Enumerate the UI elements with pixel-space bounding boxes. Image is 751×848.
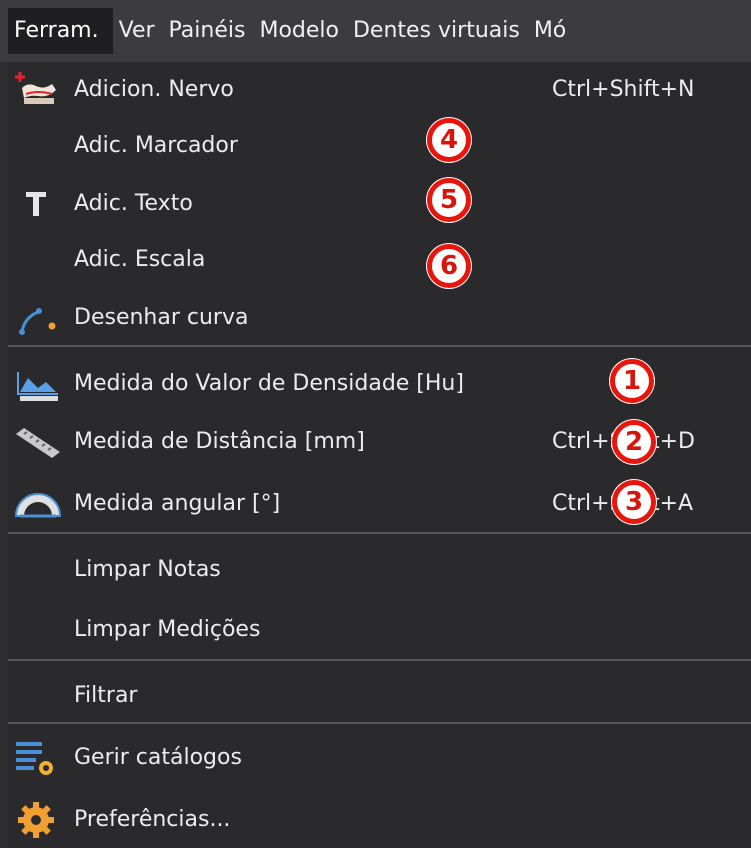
label-filter: Filtrar xyxy=(74,683,138,708)
menu-item-clear-measurements[interactable]: Limpar Medições xyxy=(8,602,751,658)
menu-separator xyxy=(8,659,751,661)
label-add-text: Adic. Texto xyxy=(74,191,193,216)
callout-badge-5: 5 xyxy=(427,178,471,222)
menu-paineis[interactable]: Painéis xyxy=(163,8,254,54)
menu-mo[interactable]: Mó xyxy=(528,8,574,54)
catalog-icon xyxy=(12,736,64,780)
label-clear-measurements: Limpar Medições xyxy=(74,617,261,642)
menu-separator xyxy=(8,532,751,534)
menu-ver[interactable]: Ver xyxy=(113,8,163,54)
label-distance-measure: Medida de Distância [mm] xyxy=(74,429,365,454)
label-add-marker: Adic. Marcador xyxy=(74,133,238,158)
label-preferences: Preferências... xyxy=(74,807,231,832)
callout-badge-2: 2 xyxy=(612,420,656,464)
menu-ferram[interactable]: Ferram. xyxy=(8,8,113,54)
menu-bar: Ferram. Ver Painéis Modelo Dentes virtua… xyxy=(0,0,751,62)
callout-badge-3: 3 xyxy=(612,480,656,524)
callout-badge-6: 6 xyxy=(427,244,471,288)
text-T-icon xyxy=(12,182,64,226)
menu-item-add-marker[interactable]: Adic. Marcador xyxy=(8,118,751,174)
menu-dentes-virtuais[interactable]: Dentes virtuais xyxy=(347,8,528,54)
density-icon xyxy=(12,362,64,406)
label-add-nerve: Adicion. Nervo xyxy=(74,77,234,102)
label-density-measure: Medida do Valor de Densidade [Hu] xyxy=(74,371,464,396)
label-clear-notes: Limpar Notas xyxy=(74,557,221,582)
menu-item-draw-curve[interactable]: Desenhar curva xyxy=(8,290,751,346)
ruler-icon xyxy=(12,420,64,464)
menu-item-filter[interactable]: Filtrar xyxy=(8,668,751,724)
menu-item-manage-catalogs[interactable]: Gerir catálogos xyxy=(8,730,751,786)
nerve-icon xyxy=(12,68,64,112)
curve-icon xyxy=(12,296,64,340)
menu-modelo[interactable]: Modelo xyxy=(253,8,347,54)
menu-item-add-scale[interactable]: Adic. Escala xyxy=(8,232,751,288)
menu-separator xyxy=(8,722,751,724)
label-angle-measure: Medida angular [°] xyxy=(74,491,281,516)
menu-item-preferences[interactable]: Preferências... xyxy=(8,792,751,848)
label-draw-curve: Desenhar curva xyxy=(74,305,249,330)
gear-icon xyxy=(12,798,64,842)
menu-item-add-nerve[interactable]: Adicion. Nervo Ctrl+Shift+N xyxy=(8,62,751,118)
label-add-scale: Adic. Escala xyxy=(74,247,206,272)
protractor-icon xyxy=(12,482,64,526)
label-manage-catalogs: Gerir catálogos xyxy=(74,745,242,770)
menu-separator xyxy=(8,345,751,347)
callout-badge-4: 4 xyxy=(427,118,471,162)
menu-item-clear-notes[interactable]: Limpar Notas xyxy=(8,542,751,598)
shortcut-add-nerve: Ctrl+Shift+N xyxy=(552,77,695,102)
menu-item-add-text[interactable]: Adic. Texto xyxy=(8,176,751,232)
callout-badge-1: 1 xyxy=(610,359,654,403)
